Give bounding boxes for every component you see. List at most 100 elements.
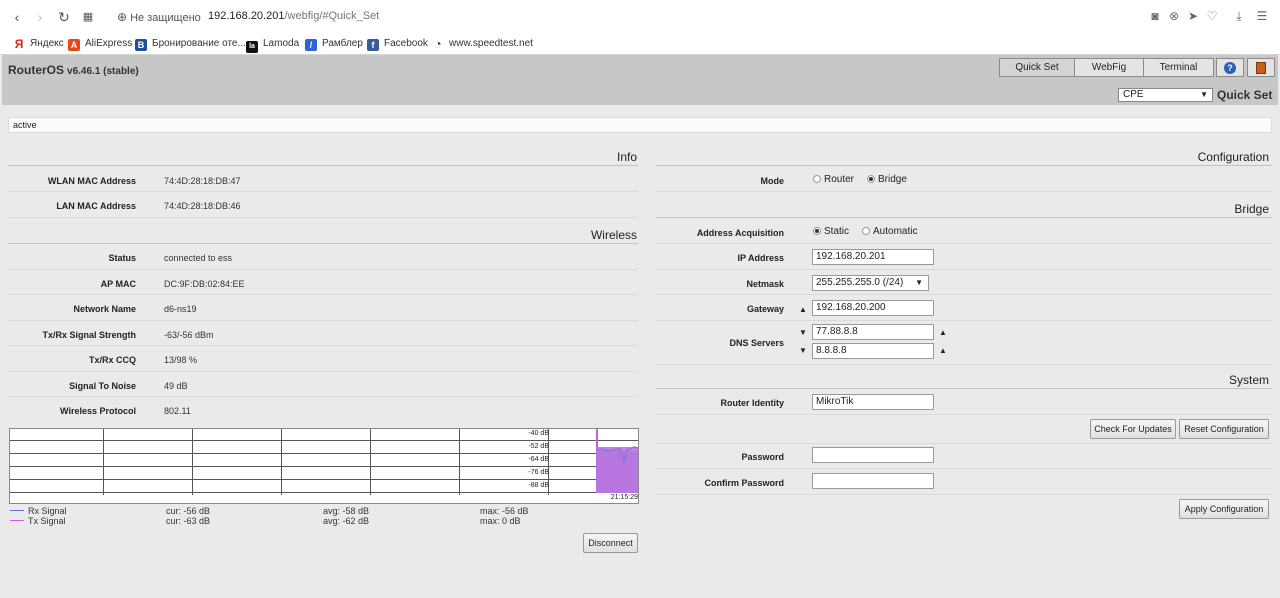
router-header: RouterOS v6.46.1 (stable) Quick Set WebFi… — [2, 55, 1278, 105]
divider — [656, 494, 1272, 495]
mode-radio-bridge[interactable]: Bridge — [867, 174, 907, 185]
reset-configuration-button[interactable]: Reset Configuration — [1179, 419, 1269, 439]
heart-icon[interactable]: ♡ — [1205, 9, 1219, 23]
router-identity-input[interactable]: MikroTik — [812, 394, 934, 410]
mode-radio-router[interactable]: Router — [813, 174, 854, 185]
check-updates-button[interactable]: Check For Updates — [1090, 419, 1176, 439]
legend-tx-max: max: 0 dB — [480, 516, 521, 526]
bookmark-facebook[interactable]: f Facebook — [367, 36, 428, 52]
configuration-section-title: Configuration — [1197, 150, 1269, 164]
snr-value: 49 dB — [164, 381, 188, 391]
radio-selected-icon — [867, 175, 875, 183]
dns-server-input-1[interactable]: 77.88.8.8 — [812, 324, 934, 340]
dns-add-icon[interactable]: ▲ — [939, 328, 947, 337]
divider — [8, 217, 638, 218]
bookmark-rambler[interactable]: / Рамблер — [305, 36, 363, 52]
dns-label: DNS Servers — [729, 338, 784, 348]
info-section-title: Info — [616, 150, 637, 164]
ip-address-input[interactable]: 192.168.20.201 — [812, 249, 934, 265]
url-host: 192.168.20.201 — [208, 10, 285, 22]
password-input[interactable] — [812, 447, 934, 463]
bookmark-aliexpress[interactable]: A AliExpress — [68, 36, 132, 52]
signal-strength-value: -63/-56 dBm — [164, 330, 214, 340]
forward-icon[interactable]: › — [31, 8, 49, 26]
divider — [656, 443, 1272, 444]
help-button[interactable]: ? — [1216, 58, 1244, 77]
mode-select[interactable]: CPE ▼ — [1118, 88, 1213, 102]
status-bar: active — [8, 117, 1272, 133]
tab-terminal[interactable]: Terminal — [1143, 58, 1214, 77]
bookmark-speedtest[interactable]: ◔ www.speedtest.net — [432, 36, 533, 52]
wireless-section-title: Wireless — [590, 228, 637, 242]
download-icon[interactable]: ⤓ — [1232, 9, 1246, 23]
ap-mac-value: DC:9F:DB:02:84:EE — [164, 279, 245, 289]
reload-icon[interactable]: ↻ — [55, 8, 73, 26]
radio-selected-icon — [813, 227, 821, 235]
bookmark-booking[interactable]: B Бронирование оте... — [135, 36, 246, 52]
camera-icon[interactable]: ◙ — [1148, 9, 1162, 23]
tx-signal-spike — [596, 429, 598, 449]
status-value: connected to ess — [164, 253, 233, 263]
insecure-indicator[interactable]: ⊕ Не защищено — [117, 10, 201, 24]
apps-grid-icon[interactable]: ▦ — [79, 8, 97, 26]
divider — [8, 243, 638, 244]
bookmark-lamoda[interactable]: la Lamoda — [246, 36, 299, 53]
door-icon — [1256, 62, 1266, 74]
radio-icon — [813, 175, 821, 183]
tab-quick-set[interactable]: Quick Set — [999, 58, 1075, 77]
divider — [8, 191, 638, 192]
tab-webfig[interactable]: WebFig — [1074, 58, 1144, 77]
netmask-select[interactable]: 255.255.255.0 (/24) ▼ — [812, 275, 929, 291]
gateway-input[interactable]: 192.168.20.200 — [812, 300, 934, 316]
y-tick-label: -64 dB — [528, 456, 549, 463]
menu-icon[interactable]: ☰ — [1255, 9, 1269, 23]
dns-remove-icon[interactable]: ▼ — [799, 346, 807, 355]
legend-rx-avg: avg: -58 dB — [323, 506, 370, 516]
confirm-password-input[interactable] — [812, 473, 934, 489]
wlan-mac-value: 74:4D:28:18:DB:47 — [164, 176, 241, 186]
y-tick-label: -40 dB — [528, 430, 549, 437]
chevron-down-icon: ▼ — [915, 278, 923, 287]
apply-configuration-button[interactable]: Apply Configuration — [1179, 499, 1269, 519]
browser-toolbar: ‹ › ↻ ▦ ⊕ Не защищено 192.168.20.201/webf… — [0, 0, 1280, 33]
lan-mac-value: 74:4D:28:18:DB:46 — [164, 201, 241, 211]
divider — [656, 269, 1272, 270]
legend-rx-cur: cur: -56 dB — [166, 506, 211, 516]
divider — [656, 294, 1272, 295]
radio-icon — [862, 227, 870, 235]
signal-graph: -40 dB -52 dB -64 dB -76 dB -88 dB 21:15… — [9, 428, 639, 504]
wlan-mac-label: WLAN MAC Address — [47, 176, 136, 186]
divider — [656, 388, 1272, 389]
y-tick-label: -52 dB — [528, 443, 549, 450]
rx-legend-swatch — [10, 510, 24, 511]
dns-server-input-2[interactable]: 8.8.8.8 — [812, 343, 934, 359]
time-label: 21:15:29 — [610, 494, 638, 501]
send-icon[interactable]: ➤ — [1186, 9, 1200, 23]
bookmark-yandex[interactable]: Я Яндекс — [13, 36, 64, 52]
facebook-icon: f — [367, 39, 379, 51]
status-label: Status — [108, 253, 136, 263]
acq-radio-static[interactable]: Static — [813, 226, 849, 237]
acq-radio-automatic[interactable]: Automatic — [862, 226, 917, 237]
legend-tx-avg: avg: -62 dB — [323, 516, 370, 526]
address-bar[interactable]: 192.168.20.201/webfig/#Quick_Set — [208, 10, 379, 22]
ccq-value: 13/98 % — [164, 355, 198, 365]
ap-mac-label: AP MAC — [100, 279, 136, 289]
dns-remove-icon[interactable]: ▼ — [799, 328, 807, 337]
divider — [8, 371, 638, 372]
logout-button[interactable] — [1247, 58, 1275, 77]
dns-add-icon[interactable]: ▲ — [939, 346, 947, 355]
divider — [656, 364, 1272, 365]
disconnect-button[interactable]: Disconnect — [583, 533, 638, 553]
snr-label: Signal To Noise — [69, 381, 136, 391]
gateway-collapse-icon[interactable]: ▲ — [799, 305, 807, 314]
yandex-icon: Я — [14, 37, 24, 51]
protocol-label: Wireless Protocol — [60, 406, 136, 416]
adblock-icon[interactable]: ⊗ — [1167, 9, 1181, 23]
back-icon[interactable]: ‹ — [8, 8, 26, 26]
help-icon: ? — [1224, 62, 1236, 74]
protocol-value: 802.11 — [164, 406, 191, 416]
acq-label: Address Acquisition — [696, 228, 784, 238]
legend-tx: Tx Signal — [10, 516, 66, 526]
legend-rx-max: max: -56 dB — [480, 506, 529, 516]
